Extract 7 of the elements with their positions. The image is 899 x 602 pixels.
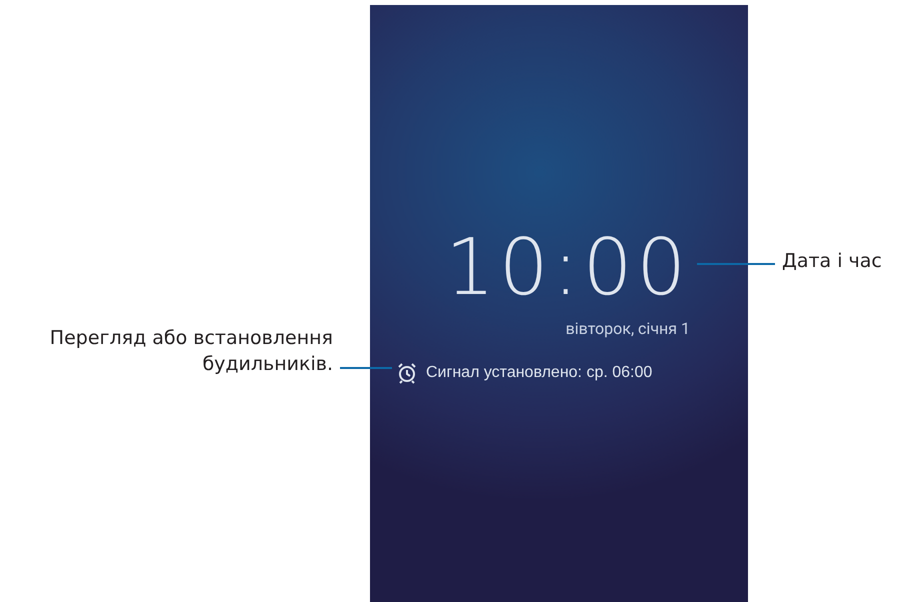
alarm-text[interactable]: Сигнал установлено: ср. 06:00 (426, 364, 652, 382)
callout-label: Дата і час (782, 249, 882, 274)
alarm-clock-icon (396, 362, 418, 384)
date-text: вівторок, січня 1 (566, 319, 690, 338)
callout-label: Перегляд або встановлення будильників. (48, 326, 333, 377)
clock-time: 10:00 (445, 223, 690, 313)
leader-line (340, 367, 392, 369)
